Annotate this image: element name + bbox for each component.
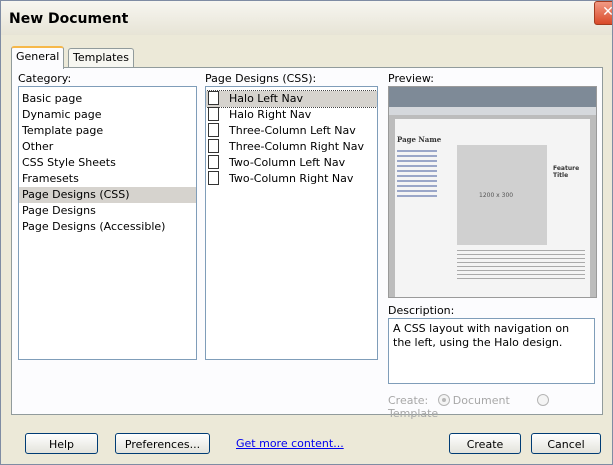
category-item-framesets[interactable]: Framesets <box>19 171 196 187</box>
category-list[interactable]: Basic page Dynamic page Template page Ot… <box>18 86 197 360</box>
designs-label: Page Designs (CSS): <box>205 72 317 85</box>
create-document-label: Document <box>452 394 510 407</box>
document-icon <box>208 171 219 185</box>
design-item-two-column-left-nav[interactable]: Two-Column Left Nav <box>206 155 377 171</box>
tab-templates[interactable]: Templates <box>68 48 134 67</box>
design-item-label: Three-Column Right Nav <box>229 140 365 153</box>
preview-feature-title: Feature Title <box>553 165 580 179</box>
get-more-content-link[interactable]: Get more content... <box>236 437 344 450</box>
preview-nav-line <box>397 180 437 182</box>
preview-text-line <box>457 250 585 251</box>
preview-image-size: 1200 x 300 <box>479 192 514 199</box>
preview-nav-line <box>397 150 437 152</box>
radio-empty-icon <box>537 394 550 406</box>
description-text: A CSS layout with navigation on the left… <box>388 318 595 384</box>
window-title: New Document <box>9 11 129 27</box>
design-item-label: Halo Left Nav <box>229 92 303 105</box>
preview-text-line <box>457 266 585 267</box>
category-item-page-designs-accessible[interactable]: Page Designs (Accessible) <box>19 219 196 235</box>
create-document-radio[interactable]: Document <box>437 394 510 407</box>
designs-list[interactable]: Halo Left Nav Halo Right Nav Three-Colum… <box>205 86 378 360</box>
preview-page-name: Page Name <box>397 135 442 144</box>
create-template-label: Template <box>388 407 439 420</box>
preview-header-band <box>389 87 596 107</box>
preview-nav-line <box>397 160 437 162</box>
preview-sidebar <box>397 147 452 297</box>
preview-body-text <box>457 247 585 282</box>
preview-nav-line <box>397 170 437 172</box>
document-icon <box>208 155 219 169</box>
new-document-dialog: New Document ✕ General Templates Categor… <box>0 0 613 465</box>
category-label: Category: <box>18 72 72 85</box>
cancel-button[interactable]: Cancel <box>531 433 601 454</box>
preview-nav-line <box>397 190 437 192</box>
category-item-page-designs[interactable]: Page Designs <box>19 203 196 219</box>
tab-panel-general: Category: Basic page Dynamic page Templa… <box>11 67 603 420</box>
category-item-basic-page[interactable]: Basic page <box>19 91 196 107</box>
category-item-dynamic-page[interactable]: Dynamic page <box>19 107 196 123</box>
preview-text-line <box>457 258 585 259</box>
design-item-label: Two-Column Right Nav <box>229 172 354 185</box>
preview-nav-line <box>397 195 437 197</box>
preview-text-line <box>457 278 585 279</box>
preview-nav-line <box>397 165 437 167</box>
preview-text-line <box>457 262 585 263</box>
design-item-three-column-right-nav[interactable]: Three-Column Right Nav <box>206 139 377 155</box>
category-item-template-page[interactable]: Template page <box>19 123 196 139</box>
close-button[interactable]: ✕ <box>594 1 612 25</box>
help-button[interactable]: Help <box>25 433 98 454</box>
create-label: Create: <box>388 394 429 407</box>
create-options: Create: Document Template <box>388 394 602 420</box>
preview-nav-band <box>389 107 596 115</box>
design-item-two-column-right-nav[interactable]: Two-Column Right Nav <box>206 171 377 187</box>
design-item-label: Two-Column Left Nav <box>229 156 346 169</box>
preview-nav-line <box>397 155 437 157</box>
tab-general[interactable]: General <box>11 46 65 69</box>
document-icon <box>208 139 219 153</box>
preferences-button[interactable]: Preferences... <box>115 433 210 454</box>
design-item-label: Halo Right Nav <box>229 108 312 121</box>
document-icon <box>208 123 219 137</box>
preview-image: Page Name 1200 x 300 Feature Title <box>388 86 597 298</box>
design-item-label: Three-Column Left Nav <box>229 124 356 137</box>
design-item-halo-right-nav[interactable]: Halo Right Nav <box>206 107 377 123</box>
document-icon <box>208 91 219 105</box>
preview-nav-line <box>397 175 437 177</box>
preview-text-line <box>457 274 585 275</box>
category-item-css-style-sheets[interactable]: CSS Style Sheets <box>19 155 196 171</box>
preview-nav-line <box>397 185 437 187</box>
preview-label: Preview: <box>388 72 434 85</box>
category-item-other[interactable]: Other <box>19 139 196 155</box>
category-item-page-designs-css[interactable]: Page Designs (CSS) <box>19 187 196 203</box>
preview-text-line <box>457 270 585 271</box>
preview-text-line <box>457 254 585 255</box>
title-bar[interactable]: New Document ✕ <box>1 1 612 35</box>
design-item-halo-left-nav[interactable]: Halo Left Nav <box>206 90 377 108</box>
document-icon <box>208 107 219 121</box>
description-label: Description: <box>388 304 455 317</box>
create-button[interactable]: Create <box>449 433 521 454</box>
design-item-three-column-left-nav[interactable]: Three-Column Left Nav <box>206 123 377 139</box>
radio-selected-icon <box>437 394 450 406</box>
